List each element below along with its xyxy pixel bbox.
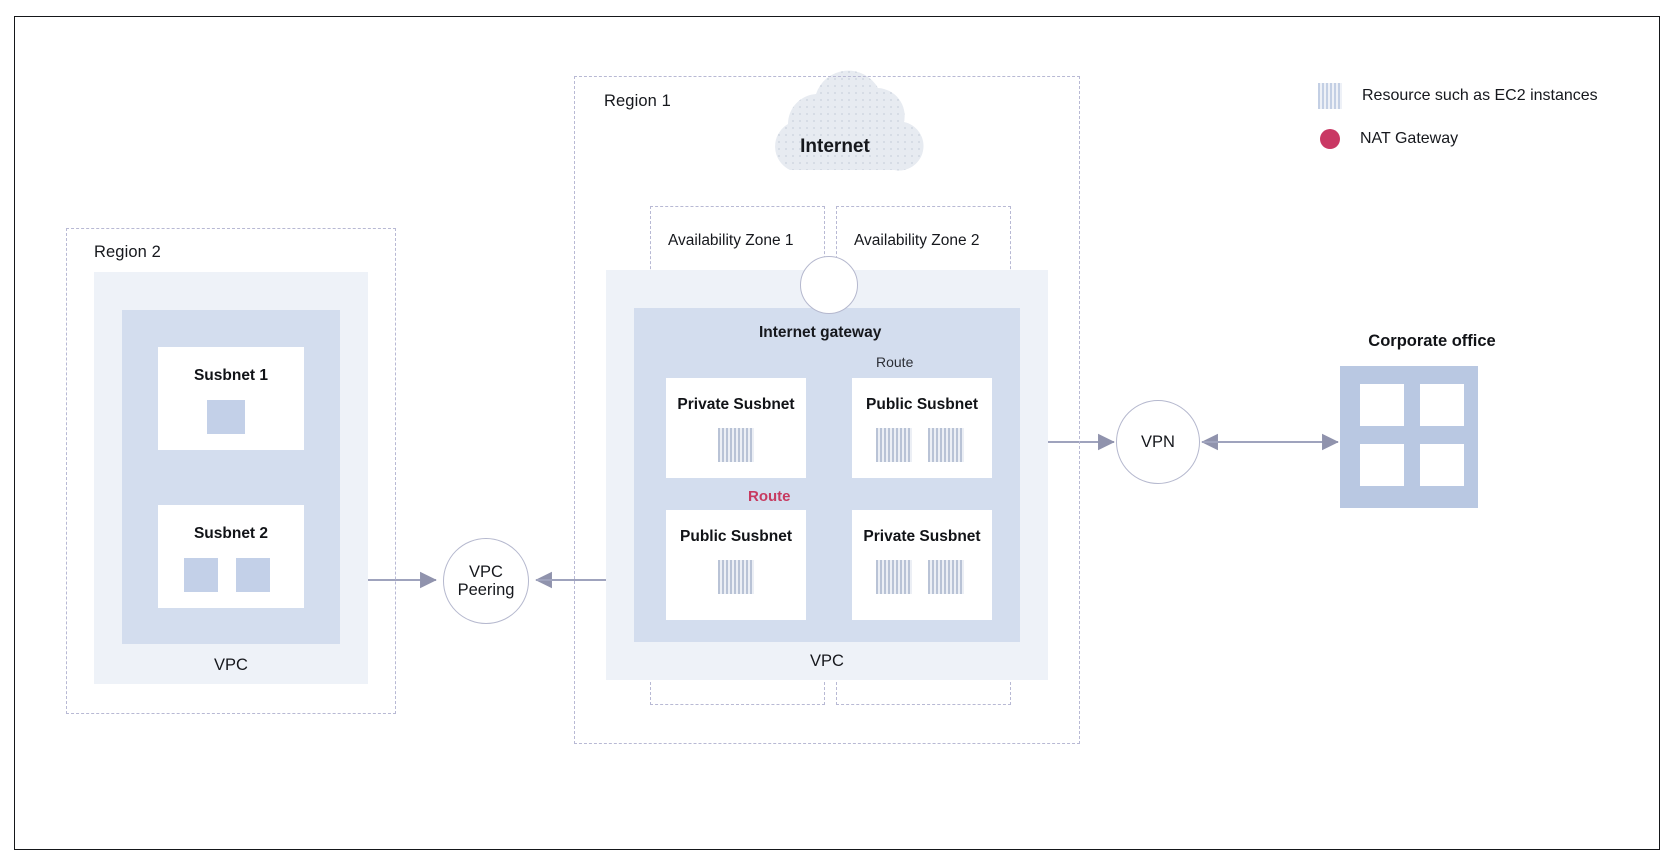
availability-zone-1-label: Availability Zone 1	[668, 232, 794, 249]
subnet-title: Susbnet 2	[193, 525, 269, 542]
resource-instance	[184, 558, 218, 592]
resource-instance	[928, 560, 964, 594]
region-2-subnet-1[interactable]: Susbnet 1	[158, 347, 304, 450]
az1-public-subnet[interactable]: Public Susbnet	[666, 510, 806, 620]
internet-gateway-node[interactable]	[800, 256, 858, 314]
az2-public-subnet[interactable]: Public Susbnet	[852, 378, 992, 478]
resource-instance	[928, 428, 964, 462]
availability-zone-2-label: Availability Zone 2	[854, 232, 980, 249]
internet-gateway-label: Internet gateway	[759, 324, 882, 341]
region-1-label: Region 1	[604, 92, 671, 110]
internet-cloud-label: Internet	[800, 136, 870, 157]
nat-route-label: Route	[748, 488, 791, 505]
az2-private-subnet[interactable]: Private Susbnet	[852, 510, 992, 620]
resource-instance	[718, 560, 754, 594]
resource-instance	[236, 558, 270, 592]
az1-private-subnet[interactable]: Private Susbnet	[666, 378, 806, 478]
subnet-title: Susbnet 1	[193, 367, 269, 384]
corporate-office-box[interactable]	[1340, 366, 1478, 508]
resource-instance	[207, 400, 245, 434]
corporate-office-title: Corporate office	[1368, 332, 1496, 350]
office-building-tile	[1360, 384, 1404, 426]
vpc-peering-line-2: Peering	[457, 581, 515, 599]
vpc-peering-node[interactable]: VPC Peering	[443, 538, 529, 624]
subnet-title: Private Susbnet	[863, 528, 981, 545]
subnet-title: Public Susbnet	[866, 396, 978, 413]
region-1-vpc-label: VPC	[810, 652, 844, 670]
subnet-title: Private Susbnet	[677, 396, 795, 413]
legend-item-nat: NAT Gateway	[1318, 129, 1458, 149]
vpn-label: VPN	[1141, 432, 1175, 451]
legend-label-resource: Resource such as EC2 instances	[1362, 87, 1598, 104]
subnet-title: Public Susbnet	[680, 528, 792, 545]
vpc-peering-label: VPC Peering	[458, 563, 515, 600]
resource-instance	[876, 560, 912, 594]
diagram-canvas: Resource such as EC2 instances NAT Gatew…	[0, 0, 1674, 866]
region-2-label: Region 2	[94, 243, 161, 261]
region-2-subnet-2[interactable]: Susbnet 2	[158, 505, 304, 608]
office-building-tile	[1360, 444, 1404, 486]
region-2-vpc-label: VPC	[214, 656, 248, 674]
vpc-peering-line-1: VPC	[469, 562, 503, 581]
legend-label-nat: NAT Gateway	[1360, 130, 1459, 147]
office-building-tile	[1420, 444, 1464, 486]
nat-gateway-dot-icon	[1320, 129, 1340, 149]
legend-item-resource: Resource such as EC2 instances	[1318, 83, 1598, 109]
az2-route-label: Route	[876, 354, 914, 370]
vpn-node[interactable]: VPN	[1116, 400, 1200, 484]
resource-instance	[718, 428, 754, 462]
office-building-tile	[1420, 384, 1464, 426]
striped-resource-swatch-icon	[1318, 83, 1342, 109]
resource-instance	[876, 428, 912, 462]
